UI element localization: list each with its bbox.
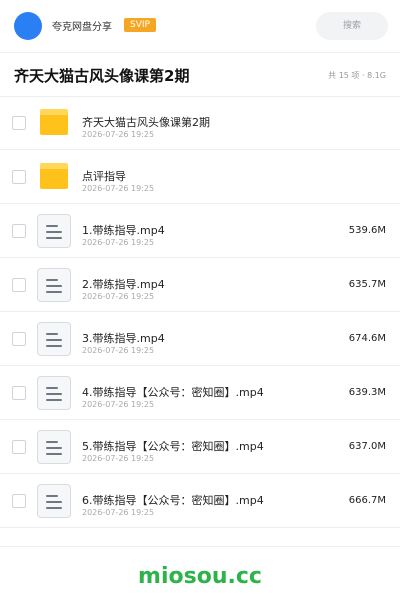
select-checkbox[interactable] bbox=[12, 494, 26, 508]
video-file-icon bbox=[37, 376, 71, 410]
item-name: 6.带练指导【公众号：密知圈】.mp4 bbox=[82, 494, 264, 507]
select-checkbox[interactable] bbox=[12, 332, 26, 346]
item-date: 2026-07-26 19:25 bbox=[82, 346, 155, 355]
folder-icon bbox=[40, 163, 68, 189]
page-title: 齐天大猫古风头像课第2期 bbox=[14, 67, 190, 85]
select-checkbox[interactable] bbox=[12, 170, 26, 184]
item-name: 点评指导 bbox=[82, 170, 126, 183]
avatar[interactable] bbox=[14, 12, 42, 40]
item-size: 539.6M bbox=[348, 225, 386, 236]
folder-meta: 共 15 项 · 8.1G bbox=[328, 71, 386, 80]
select-checkbox[interactable] bbox=[12, 224, 26, 238]
list-item[interactable]: 齐天大猫古风头像课第2期 2026-07-26 19:25 bbox=[0, 96, 400, 150]
select-checkbox[interactable] bbox=[12, 116, 26, 130]
item-name: 齐天大猫古风头像课第2期 bbox=[82, 116, 210, 129]
item-date: 2026-07-26 19:25 bbox=[82, 130, 155, 139]
video-file-icon bbox=[37, 430, 71, 464]
list-item[interactable]: 4.带练指导【公众号：密知圈】.mp4 2026-07-26 19:25 639… bbox=[0, 366, 400, 420]
select-checkbox[interactable] bbox=[12, 386, 26, 400]
item-date: 2026-07-26 19:25 bbox=[82, 238, 155, 247]
list-item[interactable]: 2.带练指导.mp4 2026-07-26 19:25 635.7M bbox=[0, 258, 400, 312]
folder-icon bbox=[40, 109, 68, 135]
item-name: 3.带练指导.mp4 bbox=[82, 332, 165, 345]
video-file-icon bbox=[37, 268, 71, 302]
list-item[interactable]: 1.带练指导.mp4 2026-07-26 19:25 539.6M bbox=[0, 204, 400, 258]
video-file-icon bbox=[37, 484, 71, 518]
video-file-icon bbox=[37, 322, 71, 356]
item-size: 637.0M bbox=[348, 441, 386, 452]
top-bar: 夸克网盘分享 SVIP 搜索 bbox=[0, 0, 400, 52]
search-input[interactable]: 搜索 bbox=[316, 12, 388, 40]
item-date: 2026-07-26 19:25 bbox=[82, 292, 155, 301]
item-date: 2026-07-26 19:25 bbox=[82, 400, 155, 409]
item-size: 635.7M bbox=[348, 279, 386, 290]
item-name: 5.带练指导【公众号：密知圈】.mp4 bbox=[82, 440, 264, 453]
list-item[interactable]: 3.带练指导.mp4 2026-07-26 19:25 674.6M bbox=[0, 312, 400, 366]
video-file-icon bbox=[37, 214, 71, 248]
list-item[interactable]: 点评指导 2026-07-26 19:25 bbox=[0, 150, 400, 204]
item-name: 1.带练指导.mp4 bbox=[82, 224, 165, 237]
list-item[interactable]: 6.带练指导【公众号：密知圈】.mp4 2026-07-26 19:25 666… bbox=[0, 474, 400, 528]
select-checkbox[interactable] bbox=[12, 440, 26, 454]
list-item[interactable]: 5.带练指导【公众号：密知圈】.mp4 2026-07-26 19:25 637… bbox=[0, 420, 400, 474]
item-size: 666.7M bbox=[348, 495, 386, 506]
share-owner-name: 夸克网盘分享 bbox=[52, 22, 112, 33]
header-divider bbox=[0, 52, 400, 53]
site-watermark: miosou.cc bbox=[138, 564, 262, 589]
item-date: 2026-07-26 19:25 bbox=[82, 184, 155, 193]
item-size: 639.3M bbox=[348, 387, 386, 398]
item-date: 2026-07-26 19:25 bbox=[82, 508, 155, 517]
item-name: 4.带练指导【公众号：密知圈】.mp4 bbox=[82, 386, 264, 399]
item-size: 674.6M bbox=[348, 333, 386, 344]
file-list: 齐天大猫古风头像课第2期 2026-07-26 19:25 点评指导 2026-… bbox=[0, 96, 400, 528]
select-checkbox[interactable] bbox=[12, 278, 26, 292]
svip-badge: SVIP bbox=[124, 18, 156, 32]
item-date: 2026-07-26 19:25 bbox=[82, 454, 155, 463]
item-name: 2.带练指导.mp4 bbox=[82, 278, 165, 291]
footer-divider bbox=[0, 546, 400, 547]
